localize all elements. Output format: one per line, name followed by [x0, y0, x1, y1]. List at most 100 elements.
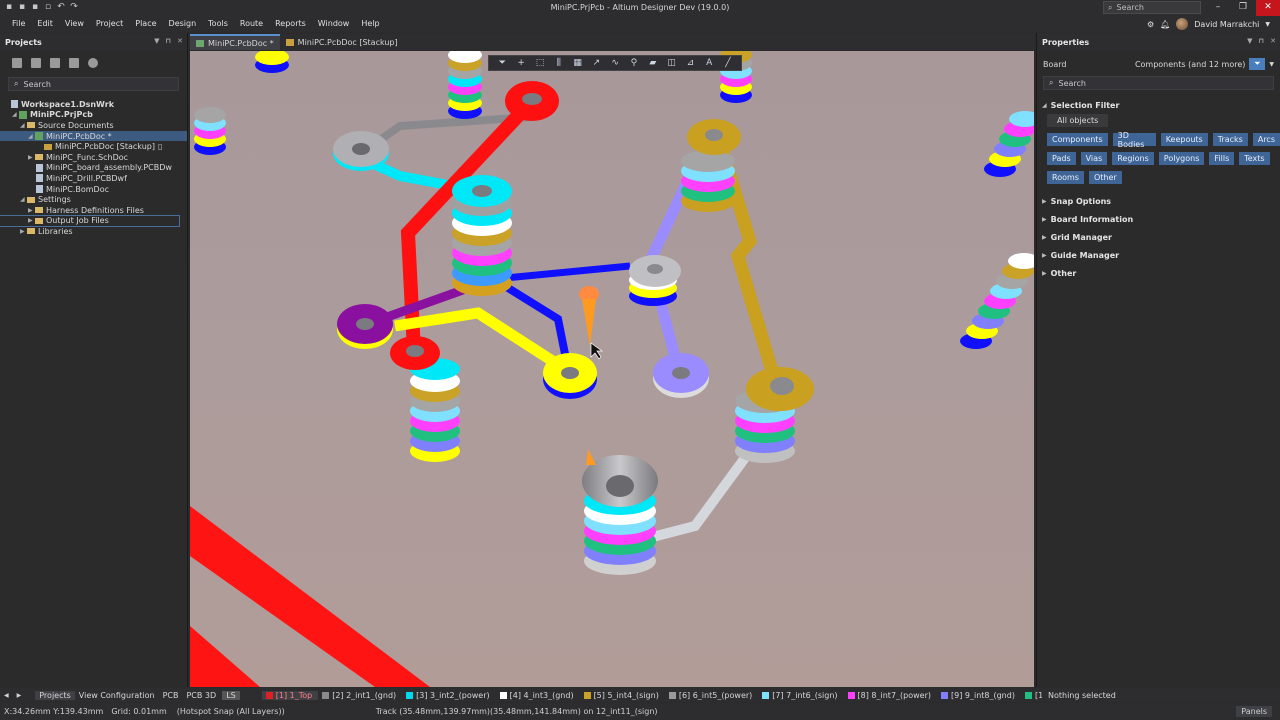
layer-tab[interactable]: [7] 7_int6_(sign) — [758, 691, 843, 700]
dimension-icon[interactable]: ⊿ — [681, 58, 700, 68]
menu-project[interactable]: Project — [90, 19, 129, 28]
tree-item-libraries[interactable]: ▶ Libraries — [0, 226, 187, 237]
close-button[interactable]: ✕ — [1256, 0, 1280, 16]
route-icon[interactable]: ↗ — [587, 58, 606, 68]
tree-item-bom[interactable]: MiniPC.BomDoc — [0, 184, 187, 195]
tab-pcbdoc[interactable]: MiniPC.PcbDoc * — [190, 34, 280, 50]
expand-icon[interactable]: ◢ — [20, 196, 27, 203]
menu-help[interactable]: Help — [355, 19, 385, 28]
align-icon[interactable]: ⫼ — [549, 58, 568, 68]
collapse-icon[interactable]: ▶ — [20, 228, 27, 235]
menu-design[interactable]: Design — [163, 19, 203, 28]
menu-place[interactable]: Place — [129, 19, 162, 28]
filter-icon[interactable]: ⏷ — [1249, 58, 1266, 70]
polygon-icon[interactable]: ▰ — [643, 58, 662, 68]
filter-chip-regions[interactable]: Regions — [1112, 152, 1154, 165]
chevron-down-icon[interactable]: ▼ — [1265, 21, 1270, 28]
scroll-right-icon[interactable]: ▶ — [13, 692, 26, 699]
collapse-icon[interactable]: ▶ — [28, 217, 35, 224]
avatar[interactable] — [1176, 18, 1189, 30]
panel-menu-icon[interactable]: ▼ — [1247, 37, 1252, 45]
tree-item-drill[interactable]: MiniPC_Drill.PCBDwf — [0, 173, 187, 184]
menu-route[interactable]: Route — [234, 19, 269, 28]
layer-tab[interactable]: [1] 1_Top — [261, 690, 319, 700]
tree-item-schdoc[interactable]: ▶ MiniPC_Func.SchDoc — [0, 152, 187, 163]
tab-pcb[interactable]: PCB — [159, 691, 183, 700]
close-icon[interactable]: ✕ — [1270, 37, 1276, 45]
filter-chip-tracks[interactable]: Tracks — [1212, 133, 1248, 146]
cross-icon[interactable]: + — [512, 58, 531, 68]
grid-manager-header[interactable]: ▶ Grid Manager — [1037, 228, 1280, 246]
all-objects-button[interactable]: All objects — [1047, 114, 1109, 127]
filter-chip-texts[interactable]: Texts — [1239, 152, 1270, 165]
layer-tab[interactable]: [8] 8_int7_(power) — [844, 691, 937, 700]
snap-options-header[interactable]: ▶ Snap Options — [1037, 192, 1280, 210]
filter-chip-keepouts[interactable]: Keepouts — [1160, 133, 1208, 146]
menu-file[interactable]: File — [6, 19, 31, 28]
filter-chip-3d-bodies[interactable]: 3D Bodies — [1112, 131, 1156, 149]
panel-menu-icon[interactable]: ▼ — [154, 37, 159, 45]
layer-tab[interactable]: [6] 6_int5_(power) — [665, 691, 758, 700]
diff-pair-icon[interactable]: ∿ — [606, 58, 625, 68]
compile-icon[interactable] — [31, 58, 41, 68]
gear-icon[interactable]: ⚙ — [1147, 20, 1154, 29]
layer-tab[interactable]: [2] 2_int1_(gnd) — [318, 691, 402, 700]
filter-chip-pads[interactable]: Pads — [1047, 152, 1076, 165]
tree-item-assembly[interactable]: MiniPC_board_assembly.PCBDw — [0, 163, 187, 174]
tree-item-stackup[interactable]: MiniPC.PcbDoc [Stackup] ▯ — [0, 141, 187, 152]
tree-item-harness[interactable]: ▶ Harness Definitions Files — [0, 205, 187, 216]
restore-button[interactable]: ❐ — [1231, 0, 1255, 16]
bell-icon[interactable]: 🔔︎ — [1160, 20, 1170, 29]
global-search-input[interactable]: ⌕ Search — [1103, 1, 1201, 14]
layer-tab[interactable]: [5] 5_int4_(sign) — [580, 691, 665, 700]
object-filter-label[interactable]: Components (and 12 more) — [1135, 60, 1245, 69]
projects-search-input[interactable]: ⌕ Search — [8, 77, 179, 91]
tree-item-output-job[interactable]: ▶ Output Job Files — [0, 214, 180, 228]
menu-edit[interactable]: Edit — [31, 19, 59, 28]
close-icon[interactable]: ✕ — [177, 37, 183, 45]
collapse-icon[interactable]: ▶ — [28, 207, 35, 214]
properties-search-input[interactable]: ⌕ Search — [1043, 76, 1274, 90]
menu-window[interactable]: Window — [312, 19, 356, 28]
expand-icon[interactable]: ◢ — [28, 133, 35, 140]
user-name[interactable]: David Marrakchi — [1194, 20, 1259, 29]
text-icon[interactable]: A — [700, 58, 719, 68]
panels-button[interactable]: Panels — [1236, 706, 1272, 717]
tree-item-pcbdoc[interactable]: ◢ MiniPC.PcbDoc * — [0, 130, 187, 142]
menu-tools[interactable]: Tools — [202, 19, 234, 28]
gear-icon[interactable] — [88, 58, 98, 68]
select-rect-icon[interactable]: ⬚ — [531, 58, 550, 68]
tree-item-workspace[interactable]: Workspace1.DsnWrk — [0, 99, 187, 110]
filter-chip-vias[interactable]: Vias — [1080, 152, 1108, 165]
tree-item-settings[interactable]: ◢ Settings — [0, 194, 187, 205]
component-icon[interactable]: ▦ — [568, 58, 587, 68]
tab-pcb-3d[interactable]: PCB 3D — [182, 691, 220, 700]
filter-chip-polygons[interactable]: Polygons — [1158, 152, 1205, 165]
board-information-header[interactable]: ▶ Board Information — [1037, 210, 1280, 228]
tab-projects[interactable]: Projects — [35, 690, 75, 700]
pin-icon[interactable]: ⊓ — [166, 37, 172, 45]
tab-view-configuration[interactable]: View Configuration — [75, 691, 159, 700]
filter-chip-components[interactable]: Components — [1047, 133, 1108, 146]
folder-add-icon[interactable] — [69, 58, 79, 68]
guide-manager-header[interactable]: ▶ Guide Manager — [1037, 246, 1280, 264]
layer-tab[interactable]: [3] 3_int2_(power) — [402, 691, 495, 700]
layer-tab[interactable]: [10] 10_int9_(sign) — [1021, 691, 1042, 700]
menu-view[interactable]: View — [59, 19, 90, 28]
selection-filter-header[interactable]: ◢ Selection Filter — [1037, 96, 1280, 114]
tree-item-project[interactable]: ◢ MiniPC.PrjPcb — [0, 110, 187, 121]
filter-chip-other[interactable]: Other — [1088, 171, 1122, 184]
save-icon[interactable] — [12, 58, 22, 68]
filter-chip-arcs[interactable]: Arcs — [1252, 133, 1280, 146]
layer-tab[interactable]: [4] 4_int3_(gnd) — [496, 691, 580, 700]
keepout-icon[interactable]: ◫ — [662, 58, 681, 68]
menu-reports[interactable]: Reports — [269, 19, 312, 28]
scroll-left-icon[interactable]: ◀ — [0, 692, 13, 699]
line-icon[interactable]: ╱ — [719, 58, 738, 68]
filter-chip-rooms[interactable]: Rooms — [1047, 171, 1084, 184]
folder-icon[interactable] — [50, 58, 60, 68]
collapse-icon[interactable]: ▶ — [28, 154, 35, 161]
filter-icon[interactable]: ⏷ — [493, 58, 512, 68]
tab-stackup[interactable]: MiniPC.PcbDoc [Stackup] — [280, 34, 404, 50]
other-header[interactable]: ▶ Other — [1037, 264, 1280, 282]
